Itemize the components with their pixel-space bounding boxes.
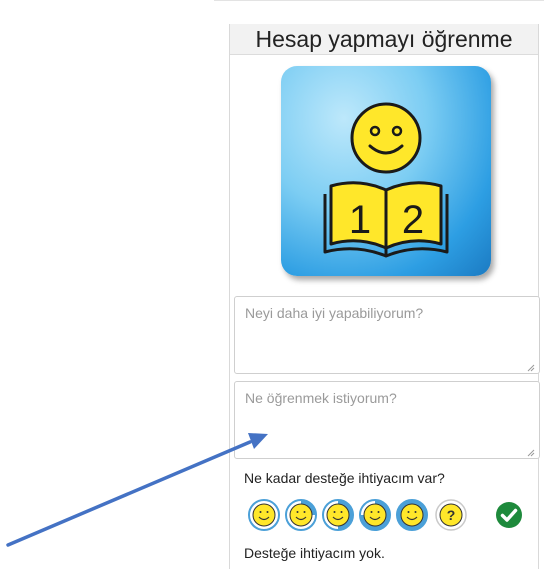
learning-goal-textarea[interactable]	[234, 381, 540, 459]
top-divider	[214, 0, 544, 1]
strength-textarea[interactable]	[234, 296, 540, 374]
support-level-1-button[interactable]	[285, 499, 317, 531]
support-status-text: Desteğe ihtiyacım yok.	[244, 545, 385, 561]
support-unknown-button[interactable]: ?	[435, 499, 467, 531]
resize-grip-icon[interactable]	[527, 449, 535, 457]
resize-grip-icon[interactable]	[527, 364, 535, 372]
smiley-face-icon	[322, 499, 354, 531]
smiley-face-icon	[248, 499, 280, 531]
support-level-2-button[interactable]	[322, 499, 354, 531]
question-mark-icon: ?	[435, 499, 467, 531]
question-mark-label: ?	[447, 507, 456, 523]
support-level-selector: ?	[244, 499, 534, 533]
card-title: Hesap yapmayı öğrenme	[230, 24, 538, 55]
goal-card: Hesap yapmayı öğrenme 1 2 Ne kadar deste…	[229, 24, 540, 569]
support-level-4-button[interactable]	[396, 499, 428, 531]
check-circle-icon	[496, 502, 522, 528]
smiley-face-icon	[396, 499, 428, 531]
support-level-3-button[interactable]	[359, 499, 391, 531]
illustration-graphic: 1 2	[323, 102, 449, 258]
support-level-0-button[interactable]	[248, 499, 280, 531]
book-digit-left: 1	[349, 198, 371, 242]
smiley-face-icon	[359, 499, 391, 531]
smiley-face-icon	[285, 499, 317, 531]
support-question: Ne kadar desteğe ihtiyacım var?	[244, 470, 445, 486]
smiley-reading-book-icon: 1 2	[281, 66, 491, 276]
book-digit-right: 2	[402, 198, 424, 242]
